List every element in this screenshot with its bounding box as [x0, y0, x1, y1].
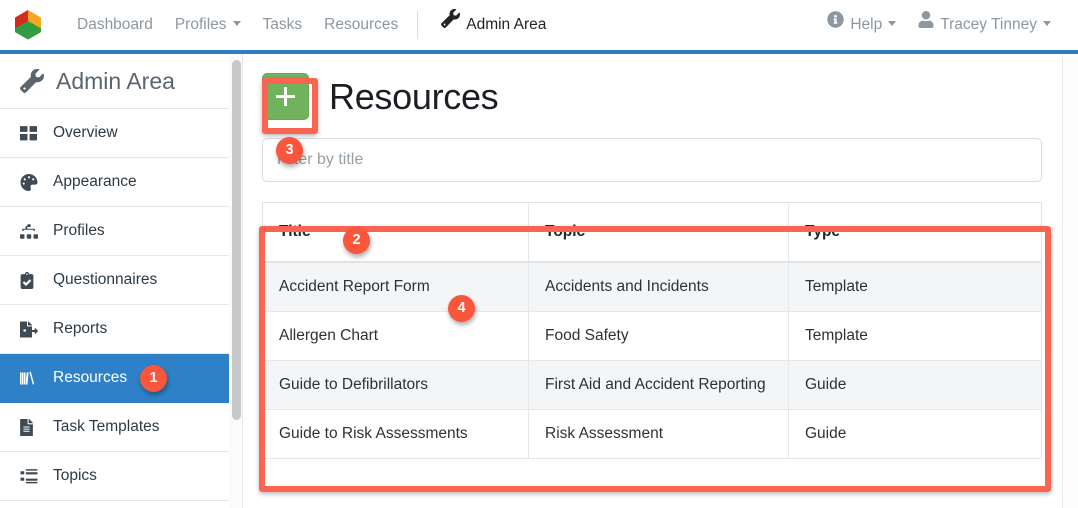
page-title: Resources — [329, 75, 499, 117]
list-icon — [20, 468, 42, 485]
user-icon — [918, 0, 934, 49]
sidebar-item-label: Overview — [53, 124, 118, 141]
table-header-row: Title Topic Type — [262, 202, 1042, 263]
sidebar-title-label: Admin Area — [56, 67, 175, 94]
app-window: Dashboard Profiles Tasks Resources Admin… — [0, 0, 1078, 508]
wrench-icon — [441, 0, 461, 49]
chevron-down-icon — [232, 21, 241, 27]
question-circle-icon — [827, 0, 845, 49]
page-header: Resources — [244, 54, 1060, 120]
sidebar-title: Admin Area — [0, 54, 229, 109]
nav-link-help[interactable]: Help — [816, 0, 907, 50]
sidebar-item-label: Reports — [53, 320, 108, 337]
sidebar-item-task-templates[interactable]: Task Templates — [0, 403, 229, 452]
chevron-down-icon — [1043, 21, 1051, 27]
palette-icon — [20, 173, 42, 191]
file-alt-icon — [20, 418, 42, 436]
nav-link-tasks[interactable]: Tasks — [252, 0, 314, 50]
nav-link-admin-area[interactable]: Admin Area — [430, 0, 557, 50]
plus-icon — [276, 87, 295, 106]
sidebar-item-topics[interactable]: Topics — [0, 452, 229, 501]
nav-link-label: Profiles — [174, 16, 227, 33]
nav-link-resources[interactable]: Resources — [313, 0, 409, 50]
navbar-right-group: Help Tracey Tinney — [816, 0, 1062, 50]
wrench-icon — [20, 69, 44, 93]
sidebar-item-profiles[interactable]: Profiles — [0, 207, 229, 256]
sidebar-scrollbar-thumb[interactable] — [232, 60, 241, 420]
cell-topic: Food Safety — [528, 311, 789, 361]
cell-topic: Risk Assessment — [528, 409, 789, 459]
nav-link-user-menu[interactable]: Tracey Tinney — [907, 0, 1062, 50]
books-icon — [20, 370, 42, 387]
sidebar-item-label: Topics — [53, 467, 97, 484]
table-row[interactable]: Guide to Defibrillators First Aid and Ac… — [262, 360, 1042, 410]
nav-link-label: Help — [850, 16, 883, 34]
sidebar-item-overview[interactable]: Overview — [0, 109, 229, 158]
nav-link-label: Tracey Tinney — [940, 16, 1037, 34]
cell-type: Template — [788, 262, 1042, 312]
navbar-divider — [417, 11, 419, 39]
sidebar-item-label: Profiles — [53, 222, 105, 239]
chevron-down-icon — [888, 21, 897, 27]
nav-link-label: Resources — [324, 16, 399, 33]
sidebar-item-appearance[interactable]: Appearance — [0, 158, 229, 207]
cell-type: Template — [788, 311, 1042, 361]
table-row[interactable]: Guide to Risk Assessments Risk Assessmen… — [262, 409, 1042, 459]
cell-title: Allergen Chart — [262, 311, 529, 361]
sidebar-item-label: Resources — [53, 369, 128, 386]
nav-link-label: Tasks — [262, 16, 303, 33]
table-row[interactable]: Accident Report Form Accidents and Incid… — [262, 262, 1042, 312]
sidebar-item-label: Task Templates — [53, 418, 160, 435]
clipboard-check-icon — [20, 271, 42, 289]
cell-topic: First Aid and Accident Reporting — [528, 360, 789, 410]
cell-title: Accident Report Form — [262, 262, 529, 312]
nav-link-profiles[interactable]: Profiles — [164, 0, 252, 50]
column-header-title[interactable]: Title — [262, 202, 529, 263]
filter-by-title-input[interactable] — [262, 138, 1042, 182]
nav-link-label: Admin Area — [466, 16, 547, 34]
column-header-topic[interactable]: Topic — [528, 202, 789, 263]
main-content: Resources Title Topic Type Accident Repo… — [244, 54, 1060, 508]
column-header-type[interactable]: Type — [788, 202, 1042, 263]
top-navbar: Dashboard Profiles Tasks Resources Admin… — [0, 0, 1078, 50]
sidebar-item-questionnaires[interactable]: Questionnaires — [0, 256, 229, 305]
window-scrollbar-track[interactable] — [1062, 54, 1078, 508]
sitemap-icon — [20, 223, 42, 240]
file-export-icon — [20, 321, 42, 338]
cell-topic: Accidents and Incidents — [528, 262, 789, 312]
cell-title: Guide to Risk Assessments — [262, 409, 529, 459]
cell-title: Guide to Defibrillators — [262, 360, 529, 410]
sidebar-item-resources[interactable]: Resources — [0, 354, 229, 403]
cell-type: Guide — [788, 360, 1042, 410]
table-header: Title Topic Type — [262, 202, 1042, 263]
navbar-left-group: Dashboard Profiles Tasks Resources Admin… — [12, 0, 557, 50]
sidebar-item-label: Appearance — [53, 173, 137, 190]
sidebar-item-reports[interactable]: Reports — [0, 305, 229, 354]
nav-link-dashboard[interactable]: Dashboard — [66, 0, 164, 50]
cell-type: Guide — [788, 409, 1042, 459]
th-large-icon — [20, 125, 42, 142]
add-resource-button[interactable] — [262, 73, 309, 120]
table-body: Accident Report Form Accidents and Incid… — [262, 262, 1042, 459]
resources-table-wrapper: Title Topic Type Accident Report Form Ac… — [244, 182, 1060, 459]
table-row[interactable]: Allergen Chart Food Safety Template — [262, 311, 1042, 361]
nav-link-label: Dashboard — [77, 16, 153, 33]
resources-table: Title Topic Type Accident Report Form Ac… — [262, 202, 1042, 459]
cube-logo-icon[interactable] — [12, 8, 44, 42]
filter-row — [244, 120, 1060, 182]
sidebar-item-label: Questionnaires — [53, 271, 158, 288]
admin-sidebar: Admin Area Overview Appearance Profiles — [0, 54, 230, 508]
